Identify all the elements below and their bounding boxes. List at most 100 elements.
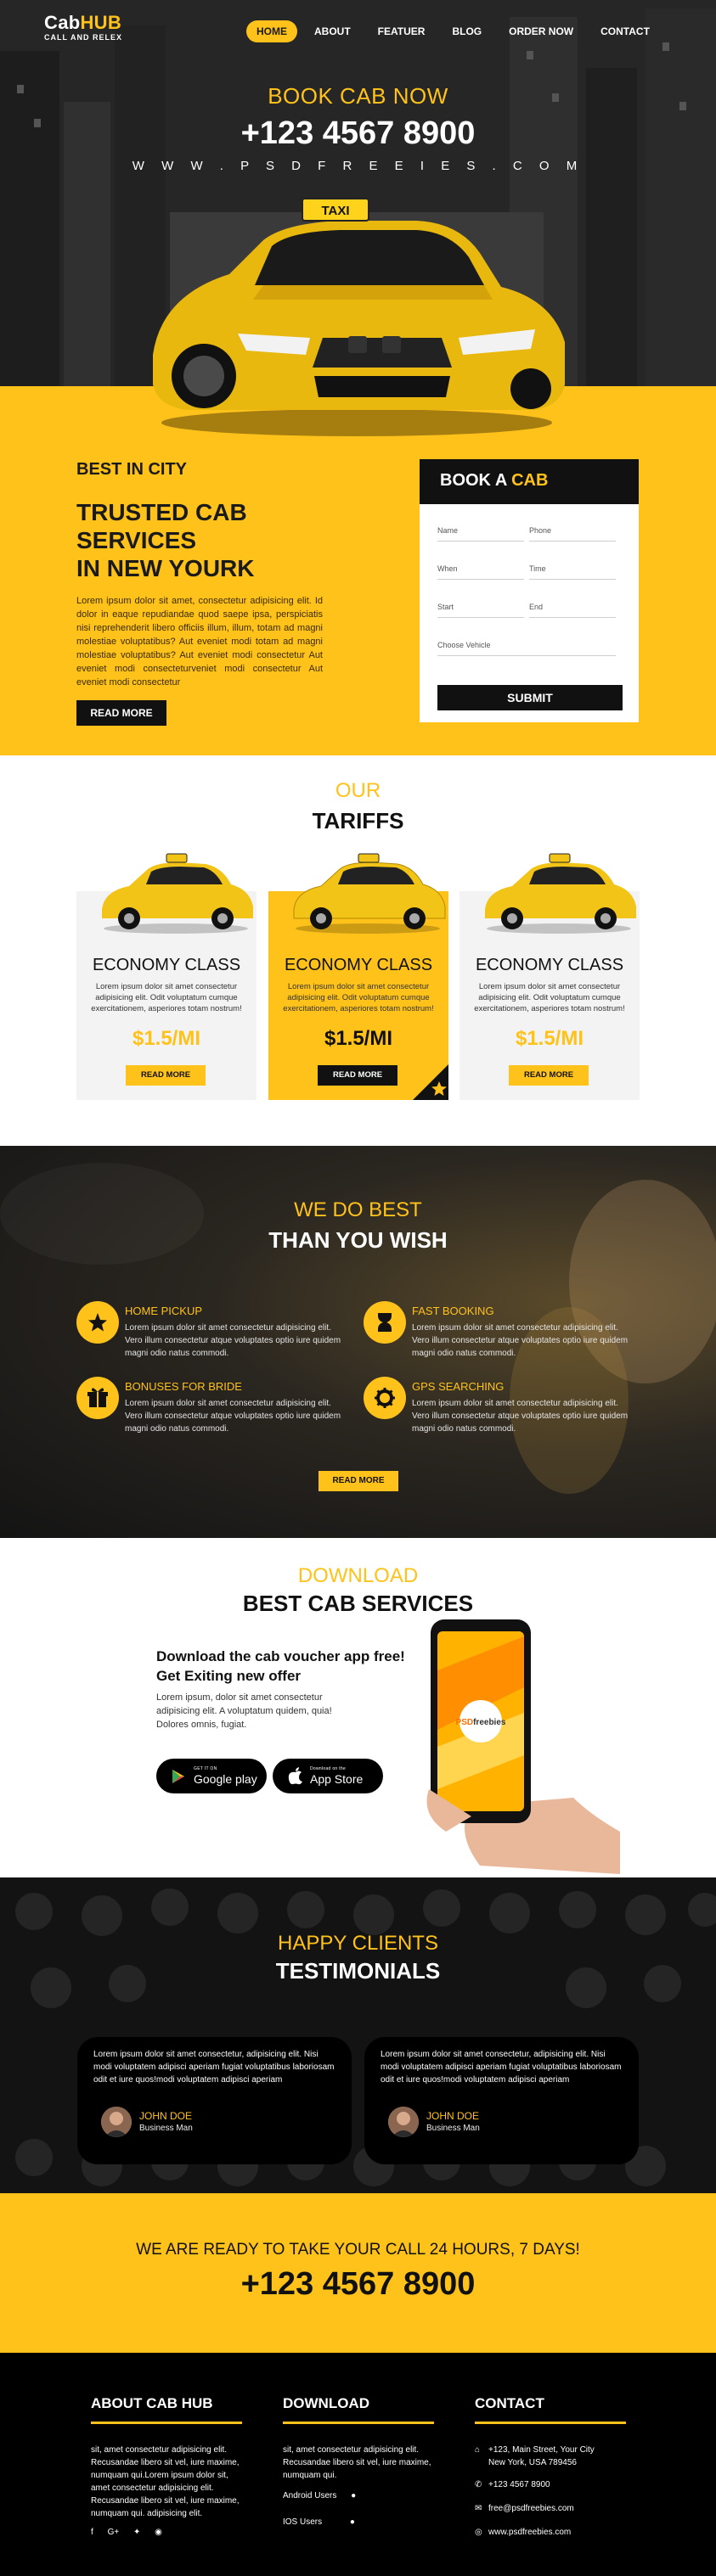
footer-divider <box>91 2422 242 2424</box>
phone-brand-accent: PSD <box>456 1718 474 1727</box>
testimonial-role: Business Man <box>426 2124 480 2133</box>
call-phone[interactable]: +123 4567 8900 <box>0 2266 716 2303</box>
logo[interactable]: CabHUB CALL AND RELEX <box>44 12 122 42</box>
about-title-line3: IN NEW YOURK <box>76 555 255 581</box>
name-field[interactable]: Name <box>437 523 524 542</box>
submit-button[interactable]: SUBMIT <box>437 685 623 710</box>
testimonial-role: Business Man <box>139 2124 193 2133</box>
main-nav: HOME ABOUT FEATUER BLOG ORDER NOW CONTAC… <box>246 20 667 42</box>
call-line: WE ARE READY TO TAKE YOUR CALL 24 HOURS,… <box>136 2241 580 2259</box>
instagram-icon[interactable]: ◉ <box>155 2528 162 2537</box>
hero-website[interactable]: W W W . P S D F R E E I E S . C O M <box>0 159 716 173</box>
testimonial-text: Lorem ipsum dolor sit amet consectetur, … <box>381 2050 622 2085</box>
nav-featuer[interactable]: FEATUER <box>368 20 436 42</box>
tariff-card-highlighted: ECONOMY CLASS Lorem ipsum dolor sit amet… <box>268 853 448 1100</box>
nav-blog[interactable]: BLOG <box>442 20 492 42</box>
gift-icon <box>76 1377 119 1419</box>
footer-contact-title: CONTACT <box>475 2395 544 2411</box>
about-text: Lorem ipsum dolor sit amet, consectetur … <box>76 596 323 687</box>
globe-icon: ◎ <box>475 2528 482 2537</box>
tariff-price: $1.5/MI <box>515 1027 584 1050</box>
contact-website[interactable]: ◎ www.psdfreebies.com <box>475 2528 571 2537</box>
feature-text: Lorem ipsum dolor sit amet consectetur a… <box>125 1323 341 1358</box>
taxi-car-image <box>293 853 446 934</box>
footer-about-text: sit, amet consectetur adipisicing elit. … <box>91 2445 240 2518</box>
features-title: THAN YOU WISH <box>268 1227 448 1253</box>
google-play-button[interactable]: GET IT ON Google play <box>156 1759 267 1793</box>
android-link[interactable]: Android Users ● <box>283 2491 356 2500</box>
tariff-text: Lorem ipsum dolor sit amet consectetur a… <box>283 982 434 1013</box>
app-store-button[interactable]: Download on the App Store <box>273 1759 383 1793</box>
phone-icon: ✆ <box>475 2480 482 2489</box>
nav-contact[interactable]: CONTACT <box>590 20 660 42</box>
address-line1: +123, Main Street, Your City <box>488 2445 595 2455</box>
logo-brand-accent: HUB <box>80 12 122 33</box>
taxi-sign: TAXI <box>321 204 349 218</box>
hourglass-icon <box>364 1301 406 1344</box>
ios-label: IOS Users <box>283 2517 323 2527</box>
taxi-car-image <box>485 853 636 934</box>
booking-title: BOOK A CAB <box>420 459 639 504</box>
avatar <box>101 2107 132 2137</box>
nav-about[interactable]: ABOUT <box>304 20 361 42</box>
booking-title-main: BOOK A <box>440 471 507 490</box>
logo-brand: Cab <box>44 12 81 33</box>
app-store-label: App Store <box>310 1772 364 1786</box>
testimonial-card: Lorem ipsum dolor sit amet consectetur, … <box>77 2037 352 2164</box>
tariffs-title: TARIFFS <box>312 808 404 833</box>
download-headline-line2: Get Exiting new offer <box>156 1668 302 1684</box>
google-plus-icon[interactable]: G+ <box>108 2528 120 2537</box>
tariff-title: ECONOMY CLASS <box>475 956 624 974</box>
ios-link[interactable]: IOS Users ● <box>283 2517 355 2527</box>
feature-text: Lorem ipsum dolor sit amet consectetur a… <box>125 1399 341 1434</box>
gear-icon <box>364 1377 406 1419</box>
twitter-icon[interactable]: ✦ <box>133 2528 140 2537</box>
contact-email-text: free@psdfreebies.com <box>488 2504 574 2513</box>
footer-download-text: sit, amet consectetur adipisicing elit. … <box>283 2445 431 2480</box>
features-kicker: WE DO BEST <box>294 1198 422 1221</box>
when-field[interactable]: When <box>437 561 524 580</box>
tariff-text: Lorem ipsum dolor sit amet consectetur a… <box>91 982 242 1013</box>
features-read-more-button[interactable]: READ MORE <box>319 1471 398 1491</box>
contact-email[interactable]: ✉ free@psdfreebies.com <box>475 2504 574 2513</box>
star-icon <box>76 1301 119 1344</box>
tariff-price: $1.5/MI <box>132 1027 201 1050</box>
tariff-card: ECONOMY CLASS Lorem ipsum dolor sit amet… <box>459 853 640 1100</box>
feature-bonuses: BONUSES FOR BRIDE Lorem ipsum dolor sit … <box>76 1377 348 1436</box>
feature-title: FAST BOOKING <box>412 1305 494 1317</box>
vehicle-select[interactable]: Choose Vehicle <box>437 637 616 656</box>
contact-phone[interactable]: ✆ +123 4567 8900 <box>475 2480 550 2489</box>
testimonial-name: JOHN DOE <box>426 2110 480 2122</box>
testimonial-name: JOHN DOE <box>139 2110 193 2122</box>
nav-home[interactable]: HOME <box>246 20 297 42</box>
svg-text:PSDfreebies: PSDfreebies <box>456 1718 506 1727</box>
avatar <box>388 2107 419 2137</box>
tariff-read-more-button[interactable]: READ MORE <box>126 1065 206 1086</box>
landing-page: CabHUB CALL AND RELEX HOME ABOUT FEATUER… <box>0 0 716 2576</box>
app-store-small: Download on the <box>310 1766 347 1771</box>
end-field[interactable]: End <box>529 599 616 618</box>
contact-phone-text: +123 4567 8900 <box>488 2480 550 2489</box>
feature-title: GPS SEARCHING <box>412 1380 505 1393</box>
tariff-read-more-button[interactable]: READ MORE <box>318 1065 397 1086</box>
download-text: Lorem ipsum, dolor sit amet consectetur … <box>156 1692 332 1730</box>
taxi-car-image: TAXI <box>153 198 565 436</box>
phone-field[interactable]: Phone <box>529 523 616 542</box>
download-kicker: DOWNLOAD <box>297 1564 419 1587</box>
footer-contact: CONTACT <box>475 2395 628 2424</box>
time-field[interactable]: Time <box>529 561 616 580</box>
about-block: BEST IN CITY TRUSTED CAB SERVICES IN NEW… <box>76 460 323 689</box>
start-field[interactable]: Start <box>437 599 524 618</box>
tariff-read-more-button[interactable]: READ MORE <box>509 1065 589 1086</box>
facebook-icon[interactable]: f <box>91 2528 93 2537</box>
logo-tagline: CALL AND RELEX <box>44 33 123 42</box>
about-kicker: BEST IN CITY <box>76 460 188 479</box>
testimonials-kicker: HAPPY CLIENTS <box>278 1932 438 1955</box>
about-read-more-button[interactable]: READ MORE <box>76 700 166 726</box>
nav-order-now[interactable]: ORDER NOW <box>499 20 584 42</box>
feature-gps: GPS SEARCHING Lorem ipsum dolor sit amet… <box>364 1377 635 1436</box>
footer-about: ABOUT CAB HUB <box>91 2395 244 2424</box>
hero-phone[interactable]: +123 4567 8900 <box>0 115 716 152</box>
android-label: Android Users <box>283 2491 337 2500</box>
footer-divider <box>283 2422 434 2424</box>
